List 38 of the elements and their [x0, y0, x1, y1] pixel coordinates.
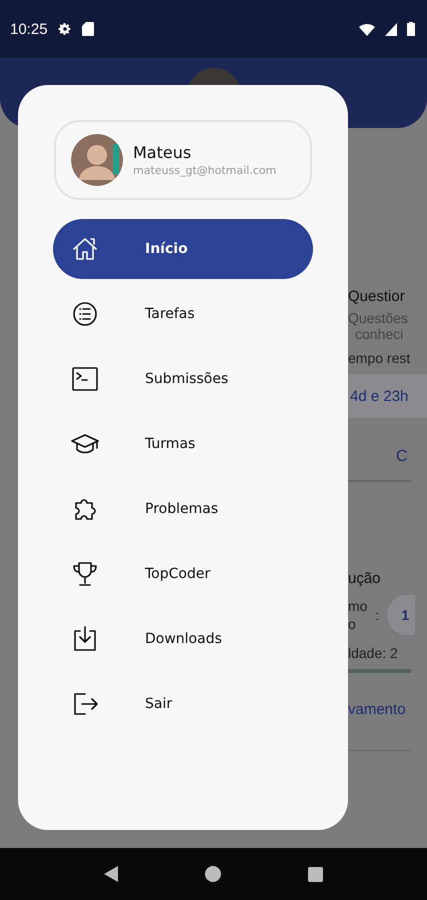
trophy-icon — [71, 560, 99, 588]
signal-icon — [385, 22, 397, 36]
recents-icon[interactable] — [308, 866, 324, 882]
difficulty-label: ldade: 2 — [348, 645, 399, 661]
section-title: ução — [348, 570, 382, 587]
card-subtitle: conheci — [354, 326, 404, 342]
list-icon — [71, 300, 99, 328]
clock: 10:25 — [10, 20, 48, 38]
menu-item[interactable]: Problemas — [53, 479, 313, 539]
download-icon — [71, 625, 99, 653]
back-icon[interactable] — [104, 866, 118, 882]
time-label: empo rest — [348, 350, 412, 366]
avatar — [71, 134, 123, 186]
menu-item[interactable]: Sair — [53, 674, 313, 734]
separator-colon: : — [375, 607, 380, 623]
card-subtitle: Questões — [348, 310, 409, 326]
time-box: 4d e 23h — [348, 374, 427, 418]
menu-item[interactable]: TopCoder — [53, 544, 313, 604]
home-icon — [71, 235, 99, 263]
menu-item[interactable]: Tarefas — [53, 284, 313, 344]
logout-icon — [71, 690, 99, 718]
settings-icon — [58, 22, 72, 36]
wifi-icon — [359, 22, 375, 36]
count-badge: 1 — [387, 595, 416, 635]
profile-card[interactable]: Mateus mateuss_gt@hotmail.com — [54, 120, 312, 200]
menu-item[interactable]: Início — [53, 219, 313, 279]
terminal-icon — [71, 365, 99, 393]
field-label: mo — [348, 597, 368, 615]
battery-icon — [407, 22, 415, 36]
menu-item[interactable]: Downloads — [53, 609, 313, 669]
field-label: o — [348, 615, 357, 633]
user-email: mateuss_gt@hotmail.com — [133, 164, 276, 177]
sd-card-icon — [82, 22, 94, 36]
home-button-icon[interactable] — [204, 866, 221, 882]
card-title: Questior — [348, 288, 406, 305]
menu-item[interactable]: Submissões — [53, 349, 313, 409]
menu-item[interactable]: Turmas — [53, 414, 313, 474]
user-name: Mateus — [133, 143, 192, 162]
